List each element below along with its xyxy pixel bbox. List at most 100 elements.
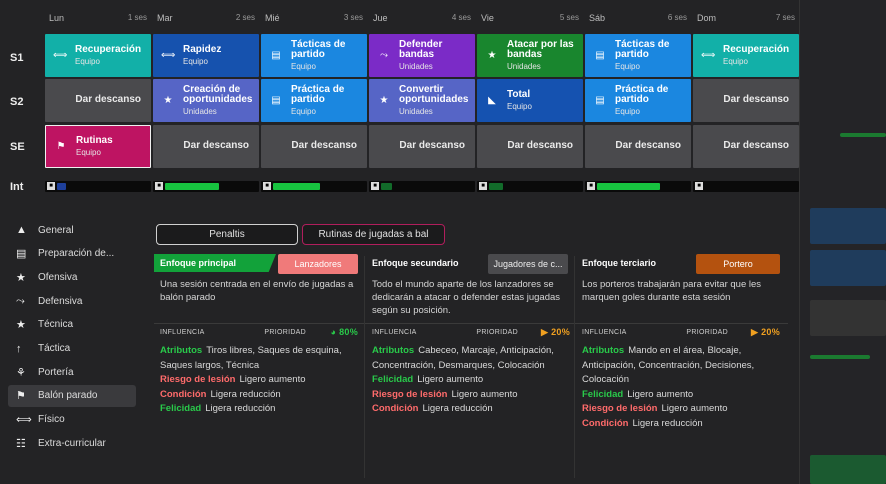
day-name: Mié xyxy=(265,13,280,23)
day-name: Sáb xyxy=(589,13,606,23)
priority-value: 20% xyxy=(551,327,570,337)
session-title: Recuperación xyxy=(723,44,790,56)
session-title: Dar descanso xyxy=(615,140,681,152)
clipboard-icon: ▤ xyxy=(271,95,281,106)
day-name: Lun xyxy=(49,13,65,23)
sidebar-item[interactable]: ⤳ Defensiva xyxy=(8,290,136,312)
focus-role-dropdown[interactable]: Lanzadores xyxy=(278,254,358,274)
influence-header: INFLUENCIA PRIORIDAD ▶ 20% xyxy=(582,327,782,337)
influence-header: INFLUENCIA PRIORIDAD ◕ 80% xyxy=(160,327,360,337)
focus-role-dropdown[interactable]: Portero xyxy=(696,254,780,274)
session-cell[interactable]: ★ Convertir oportunidades Unidades xyxy=(369,79,475,122)
intensity-icon: ■ xyxy=(155,182,163,190)
effect-row: Riesgo de lesión Ligero aumento xyxy=(372,388,576,403)
session-cell[interactable]: ⤳ Defender bandas Unidades xyxy=(369,34,475,77)
session-title: Total xyxy=(507,89,531,101)
session-cell[interactable]: Dar descanso xyxy=(369,125,475,168)
effect-value: Ligera reducción xyxy=(210,388,281,400)
priority-value: 80% xyxy=(339,327,358,337)
flag-icon: ⚑ xyxy=(56,141,66,152)
session-title: Tácticas de partido xyxy=(615,38,670,61)
session-group: Unidades xyxy=(507,61,541,71)
session-group: Equipo xyxy=(723,56,748,66)
sidebar-item[interactable]: ▤ Preparación de... xyxy=(8,243,136,265)
dumbbell-icon: ⟺ xyxy=(53,50,68,61)
effect-key: Atributos xyxy=(160,345,203,356)
session-cell[interactable]: ▤ Tácticas de partido Equipo xyxy=(261,34,367,77)
effect-row: Atributos Mando en el área, Blocaje, Anti… xyxy=(582,344,786,388)
focus-description: Los porteros trabajarán para evitar que … xyxy=(582,279,762,303)
session-cell[interactable]: ⚑ Rutinas Equipo xyxy=(45,125,151,168)
priority-label: PRIORIDAD xyxy=(476,329,518,336)
focus-role-dropdown[interactable]: Jugadores de c... xyxy=(488,254,568,274)
intensity-fill xyxy=(165,183,219,190)
focus-label: Enfoque terciario xyxy=(582,258,657,268)
sidebar-item-label: Portería xyxy=(38,366,74,378)
sidebar-item[interactable]: ★ Técnica xyxy=(8,314,136,336)
session-cell[interactable]: ⟺ Recuperación Equipo xyxy=(45,34,151,77)
session-title: Defender bandas xyxy=(399,38,443,61)
row-label-int: Int xyxy=(10,181,24,193)
day-name: Jue xyxy=(373,13,388,23)
session-title: Práctica de partido xyxy=(615,83,669,106)
session-cell[interactable]: Dar descanso xyxy=(693,125,799,168)
effects-list: Atributos Cabeceo, Marcaje, Anticipación,… xyxy=(372,344,576,417)
effect-value: Ligero aumento xyxy=(627,388,694,400)
session-cell[interactable]: ◣ Total Equipo xyxy=(477,79,583,122)
focus-column: Enfoque terciario Portero Los porteros t… xyxy=(576,254,788,484)
session-group: Equipo xyxy=(291,106,316,116)
session-cell[interactable]: ▤ Práctica de partido Equipo xyxy=(585,79,691,122)
session-cell[interactable]: ★ Creación de oportunidades Unidades xyxy=(153,79,259,122)
session-cell[interactable]: ⟺ Rapidez Equipo xyxy=(153,34,259,77)
session-cell[interactable]: ▤ Práctica de partido Equipo xyxy=(261,79,367,122)
session-cell[interactable]: Dar descanso xyxy=(693,79,799,122)
effect-row: Felicidad Ligero aumento xyxy=(372,373,576,388)
session-cell[interactable]: Dar descanso xyxy=(153,125,259,168)
sidebar-item[interactable]: ☷ Extra-curricular xyxy=(8,432,136,454)
tactics-icon: ↑ xyxy=(16,342,22,355)
training-panel: Lun 1 ses Mar 2 ses Mié 3 ses Jue 4 ses Vie … xyxy=(0,0,800,484)
row-label-se: SE xyxy=(10,141,25,153)
priority-value-wrap: ▶ 20% xyxy=(541,327,570,338)
tab-penaltis[interactable]: Penaltis xyxy=(156,224,298,245)
sidebar-item[interactable]: ↑ Táctica xyxy=(8,338,136,360)
session-cell[interactable]: ▤ Tácticas de partido Equipo xyxy=(585,34,691,77)
priority-icon: ▶ xyxy=(541,327,549,337)
session-cell[interactable]: Dar descanso xyxy=(261,125,367,168)
session-cell[interactable]: ⟺ Recuperación Equipo xyxy=(693,34,799,77)
intensity-bar: ■ xyxy=(585,181,691,192)
day-session-count: 6 ses xyxy=(667,13,687,22)
goalkeeper-icon: ⚘ xyxy=(16,366,26,379)
sidebar-item[interactable]: ⟺ Físico xyxy=(8,409,136,431)
intensity-fill xyxy=(57,183,66,190)
effect-row: Condición Ligera reducción xyxy=(160,388,364,403)
session-group: Equipo xyxy=(183,56,208,66)
intensity-bar: ■ xyxy=(153,181,259,192)
flag-icon: ⚑ xyxy=(16,390,26,403)
sidebar-item[interactable]: ⚑ Balón parado xyxy=(8,384,136,407)
running-icon: ★ xyxy=(16,319,26,332)
day-header: Mié 3 ses xyxy=(261,10,367,30)
session-cell[interactable]: Dar descanso xyxy=(477,125,583,168)
sidebar-item[interactable]: ★ Ofensiva xyxy=(8,266,136,288)
session-cell[interactable]: ★ Atacar por las bandas Unidades xyxy=(477,34,583,77)
focus-column: Enfoque principal Lanzadores Una sesión … xyxy=(154,254,366,484)
effect-key: Felicidad xyxy=(372,374,414,386)
session-title: Dar descanso xyxy=(507,140,573,152)
day-session-count: 2 ses xyxy=(235,13,255,22)
effect-key: Felicidad xyxy=(582,388,624,400)
effect-row: Riesgo de lesión Ligero aumento xyxy=(160,373,364,388)
session-cell[interactable]: Dar descanso xyxy=(585,125,691,168)
sidebar-item[interactable]: ⚘ Portería xyxy=(8,361,136,383)
effect-key: Condición xyxy=(160,388,207,400)
boot-icon: ◣ xyxy=(488,95,496,106)
sidebar-item[interactable]: ▲ General xyxy=(8,219,136,241)
effect-row: Atributos Cabeceo, Marcaje, Anticipación,… xyxy=(372,344,576,373)
session-cell[interactable]: Dar descanso xyxy=(45,79,151,122)
intensity-fill xyxy=(489,183,503,190)
effect-value: Ligero aumento xyxy=(661,403,728,415)
priority-label: PRIORIDAD xyxy=(686,329,728,336)
effect-row: Felicidad Ligera reducción xyxy=(160,402,364,417)
session-group: Unidades xyxy=(183,106,217,116)
tab-set-piece-routines[interactable]: Rutinas de jugadas a bal xyxy=(302,224,445,245)
